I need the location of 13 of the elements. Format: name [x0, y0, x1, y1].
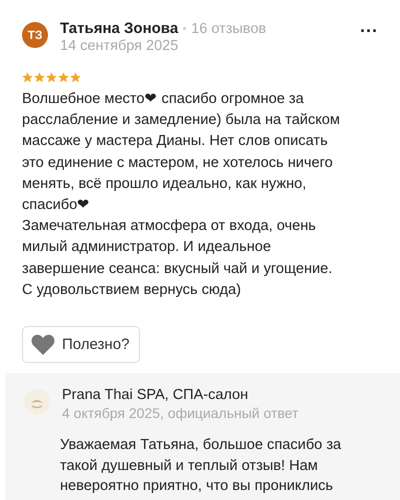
review-text: Волшебное место❤ спасибо огромное за расслабление и замедление) была на тайском массаже у мастера Дианы. Нет слов описать это единение с мастером, не хотелось ничего менять, всё прошло идеально, как нужно, спасибо❤	[22, 90, 341, 216]
helpful-button[interactable]: Полезно?	[22, 326, 140, 364]
business-name: Prana Thai SPA, СПА-салон	[62, 387, 250, 404]
reply-date: 4 октября 2025, официальный ответ	[62, 405, 298, 422]
heart-icon	[31, 334, 55, 356]
logo-icon	[24, 389, 50, 416]
more-button[interactable]: ...	[360, 16, 378, 37]
reply-text: Уважаемая Татьяна, большое спасибо за такой душевный и теплый отзыв! Нам невероятно приятно, что вы прониклись	[60, 436, 342, 496]
review-date: 14 сентября 2025	[60, 38, 180, 54]
review-count: 16 отзывов	[191, 20, 266, 36]
review-text: Замечательная атмосфера от входа, очень милый администратор. И идеальное завершение сеанса: вкусный чай и угощение. С удовольствием вернусь сюда)	[22, 217, 334, 300]
avatar: ТЗ	[22, 22, 48, 48]
author-name[interactable]: Татьяна Зонова	[60, 20, 178, 37]
